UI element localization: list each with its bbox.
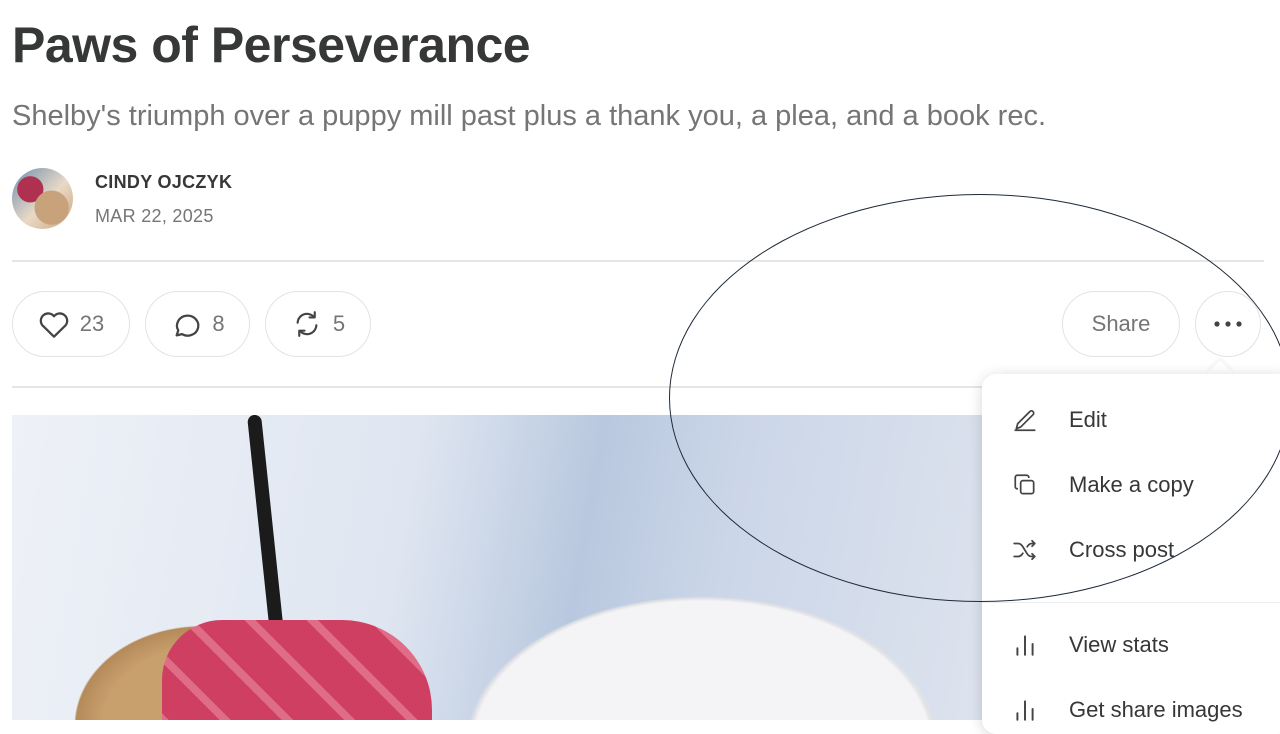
like-count: 23 <box>79 311 105 336</box>
post-date: MAR 22, 2025 <box>95 206 214 226</box>
harness-shape <box>162 620 432 720</box>
bar-chart-icon <box>1012 632 1042 658</box>
menu-item-label: View stats <box>1069 632 1169 657</box>
comment-button[interactable]: 8 <box>145 291 250 357</box>
leash-shape <box>247 415 287 655</box>
menu-item-share-images[interactable]: Get share images <box>1012 690 1243 730</box>
annotation-ellipse <box>669 194 1280 602</box>
like-button[interactable]: 23 <box>12 291 130 357</box>
comment-icon <box>170 309 202 339</box>
post-title: Paws of Perseverance <box>12 17 531 73</box>
restack-button[interactable]: 5 <box>265 291 371 357</box>
author-avatar[interactable] <box>12 168 73 229</box>
comment-count: 8 <box>212 311 225 336</box>
heart-icon <box>38 309 70 339</box>
menu-item-view-stats[interactable]: View stats <box>1012 625 1169 665</box>
post-subtitle: Shelby's triumph over a puppy mill past … <box>12 100 1047 132</box>
menu-divider <box>982 602 1280 603</box>
bar-chart-icon <box>1012 697 1042 723</box>
restack-icon <box>291 309 323 339</box>
author-name[interactable]: CINDY OJCZYK <box>95 172 232 193</box>
menu-item-label: Get share images <box>1069 697 1243 722</box>
restack-count: 5 <box>332 311 346 336</box>
